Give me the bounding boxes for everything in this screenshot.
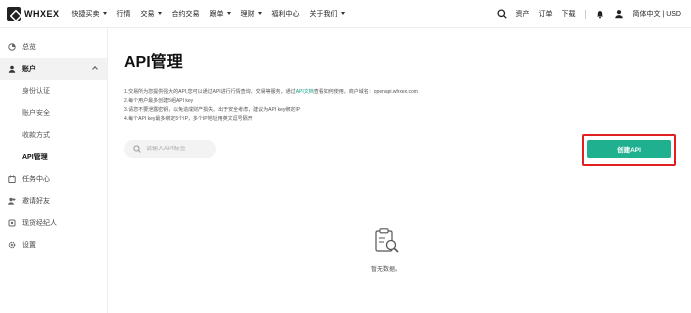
nav-item-trade[interactable]: 交易 [141,9,162,19]
note-line-3: 3.请您不要泄露密钥，以免造成财产损失。出于安全考虑，建议为API key绑定I… [124,107,301,113]
nav-item-contract[interactable]: 合约交易 [172,9,200,19]
empty-state: 暂无数据。 [361,228,411,273]
chevron-up-icon [92,66,98,72]
sidebar-item-settings[interactable]: 设置 [0,234,107,256]
logo-text: WHXEX [24,8,60,19]
empty-state-text: 暂无数据。 [370,267,401,273]
search-box[interactable] [124,140,216,158]
brand-logo[interactable]: WHXEX [7,6,60,21]
top-navigation-bar: WHXEX 快捷买卖 行情 交易 合约交易 跟单 理财 福利中心 关于我们 资产… [0,0,691,28]
main-nav: 快捷买卖 行情 交易 合约交易 跟单 理财 福利中心 关于我们 [72,9,345,19]
nav-item-market[interactable]: 行情 [117,9,131,19]
sidebar-subitem-security[interactable]: 账户安全 [0,102,107,124]
sidebar-item-account[interactable]: 账户 [0,58,107,80]
language-currency-selector[interactable]: 简体中文 | USD [633,9,682,19]
sidebar-item-broker[interactable]: 现货经纪人 [0,212,107,234]
nav-right: 资产 订单 下载 简体中文 | USD [496,0,682,28]
sidebar: 总览 账户 身份认证 账户安全 收款方式 API管理 任务中心 邀请好友 现货经… [0,28,108,313]
nav-item-about[interactable]: 关于我们 [310,9,345,19]
dashboard-icon [8,43,16,51]
search-icon[interactable] [496,9,507,19]
chevron-down-icon [102,12,107,15]
nav-item-finance[interactable]: 理财 [241,9,262,19]
add-user-icon [8,197,16,205]
create-api-button[interactable]: 创建API [587,140,671,158]
api-docs-link[interactable]: API文档 [296,89,314,95]
nav-item-quick-trade[interactable]: 快捷买卖 [72,9,107,19]
calendar-icon [8,175,16,183]
note-line-1: 1.交易所为您提供强大的API,您可以通过API进行行情查询、交易等服务，通过A… [124,89,418,95]
note-line-2: 2.每个用户最多创建5组API key [124,98,194,104]
bell-icon[interactable] [595,9,605,19]
broker-icon [8,219,16,227]
sidebar-item-tasks[interactable]: 任务中心 [0,168,107,190]
divider [584,9,586,19]
page-title: API管理 [124,54,183,71]
nav-download-link[interactable]: 下载 [562,9,576,19]
nav-item-copy-trade[interactable]: 跟单 [210,9,231,19]
search-icon [132,144,142,154]
logo-icon [7,6,21,21]
sidebar-item-overview[interactable]: 总览 [0,36,107,58]
nav-orders-link[interactable]: 订单 [539,9,553,19]
main-content: API管理 1.交易所为您提供强大的API,您可以通过API进行行情查询、交易等… [108,28,691,313]
api-notes: 1.交易所为您提供强大的API,您可以通过API进行行情查询、交易等服务，通过A… [124,88,584,124]
user-icon[interactable] [614,9,624,19]
user-icon [8,65,16,73]
note-line-4: 4.每个API key最多绑定5个IP，多个IP地址用英文逗号隔开 [124,116,253,122]
sidebar-subitem-api[interactable]: API管理 [0,146,107,168]
api-label-search-input[interactable] [146,146,216,152]
chevron-down-icon [226,12,231,15]
nav-assets-link[interactable]: 资产 [516,9,530,19]
empty-document-icon [371,228,401,258]
sidebar-item-invite[interactable]: 邀请好友 [0,190,107,212]
chevron-down-icon [257,12,262,15]
sidebar-subitem-payment[interactable]: 收款方式 [0,124,107,146]
chevron-down-icon [157,12,162,15]
nav-item-welfare[interactable]: 福利中心 [272,9,300,19]
sidebar-subitem-identity[interactable]: 身份认证 [0,80,107,102]
chevron-down-icon [340,12,345,15]
gear-icon [8,241,16,249]
